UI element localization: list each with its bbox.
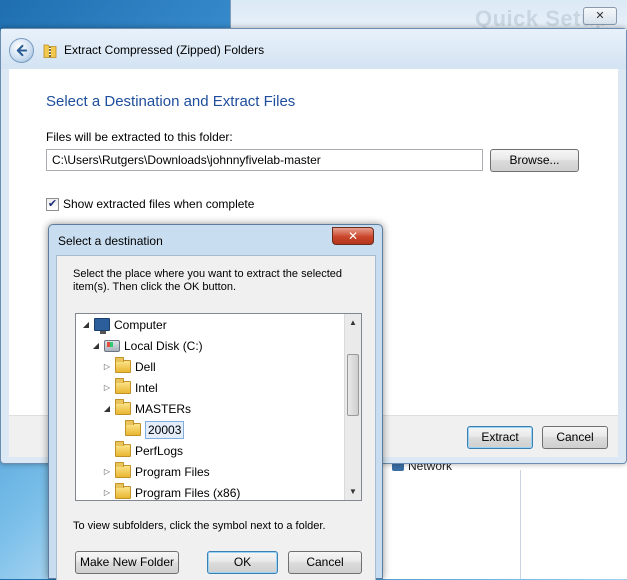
collapse-arrow-icon[interactable]: ◢ (102, 404, 112, 413)
wizard-header: Extract Compressed (Zipped) Folders (1, 29, 626, 69)
extract-button[interactable]: Extract (467, 426, 533, 449)
collapse-arrow-icon[interactable]: ◢ (81, 320, 91, 329)
scroll-down-icon[interactable]: ▼ (345, 483, 361, 500)
expand-arrow-icon[interactable]: ▷ (102, 362, 112, 371)
tree-item-computer[interactable]: ◢ Computer (81, 314, 167, 335)
select-destination-dialog: Select a destination ✕ Select the place … (48, 224, 383, 580)
show-extracted-files-option[interactable]: ✔ Show extracted files when complete (46, 197, 254, 211)
tree-item-perflogs[interactable]: PerfLogs (102, 440, 183, 461)
disk-icon (104, 339, 120, 352)
tree-item-label: Dell (135, 359, 156, 374)
tree-item-label: Program Files (x86) (135, 485, 241, 500)
dialog-close-button[interactable]: ✕ (332, 227, 374, 245)
computer-icon (94, 318, 110, 334)
tree-item-dell[interactable]: ▷ Dell (102, 356, 156, 377)
tree-item-label: Program Files (135, 464, 210, 479)
expand-arrow-icon[interactable]: ▷ (102, 488, 112, 497)
ok-button[interactable]: OK (207, 551, 278, 574)
folder-tree[interactable]: ◢ Computer ◢ Local Disk (C:) ▷ Dell ▷ In… (75, 313, 362, 501)
dialog-hint: To view subfolders, click the symbol nex… (73, 520, 326, 532)
folder-icon (115, 378, 131, 394)
folder-icon (115, 462, 131, 478)
destination-path-input[interactable] (46, 149, 483, 171)
wizard-title: Extract Compressed (Zipped) Folders (64, 43, 265, 57)
dialog-instructions: Select the place where you want to extra… (73, 268, 343, 293)
tree-item-program-files-x86[interactable]: ▷ Program Files (x86) (102, 482, 241, 500)
folder-icon (115, 483, 131, 499)
background-divider (520, 470, 521, 579)
dialog-cancel-button[interactable]: Cancel (288, 551, 362, 574)
folder-icon (115, 441, 131, 457)
tree-item-label: PerfLogs (135, 443, 184, 458)
collapse-arrow-icon[interactable]: ◢ (91, 341, 101, 350)
tree-item-label: Intel (135, 380, 158, 395)
tree-scrollbar[interactable]: ▲ ▼ (344, 314, 361, 500)
destination-path-label: Files will be extracted to this folder: (46, 130, 233, 144)
tree-item-label: MASTERs (135, 401, 192, 416)
expand-arrow-icon[interactable]: ▷ (102, 383, 112, 392)
dialog-body: Select the place where you want to extra… (56, 255, 376, 580)
browse-button[interactable]: Browse... (490, 149, 579, 172)
dialog-title: Select a destination (58, 234, 163, 248)
back-arrow-icon (16, 44, 28, 57)
tree-item-program-files[interactable]: ▷ Program Files (102, 461, 210, 482)
cancel-button[interactable]: Cancel (542, 426, 608, 449)
tree-item-local-disk[interactable]: ◢ Local Disk (C:) (91, 335, 203, 356)
expand-arrow-icon[interactable]: ▷ (102, 467, 112, 476)
tree-item-20003[interactable]: 20003 (112, 419, 185, 440)
tree-item-label: Computer (114, 317, 167, 332)
tree-item-intel[interactable]: ▷ Intel (102, 377, 158, 398)
show-extracted-files-checkbox[interactable]: ✔ (46, 197, 59, 211)
show-extracted-files-label: Show extracted files when complete (63, 197, 255, 211)
folder-icon (115, 399, 131, 415)
scroll-thumb[interactable] (347, 354, 359, 416)
scroll-up-icon[interactable]: ▲ (345, 314, 361, 331)
background-close-button[interactable]: ✕ (583, 7, 617, 25)
tree-item-label-selected: 20003 (145, 420, 185, 439)
tree-item-label: Local Disk (C:) (124, 338, 203, 353)
make-new-folder-button[interactable]: Make New Folder (75, 551, 179, 574)
folder-icon (115, 357, 131, 373)
folder-icon (125, 420, 141, 436)
page-title: Select a Destination and Extract Files (46, 93, 296, 110)
tree-item-masters[interactable]: ◢ MASTERs (102, 398, 191, 419)
zip-folder-icon (43, 44, 57, 58)
back-button[interactable] (9, 38, 34, 63)
